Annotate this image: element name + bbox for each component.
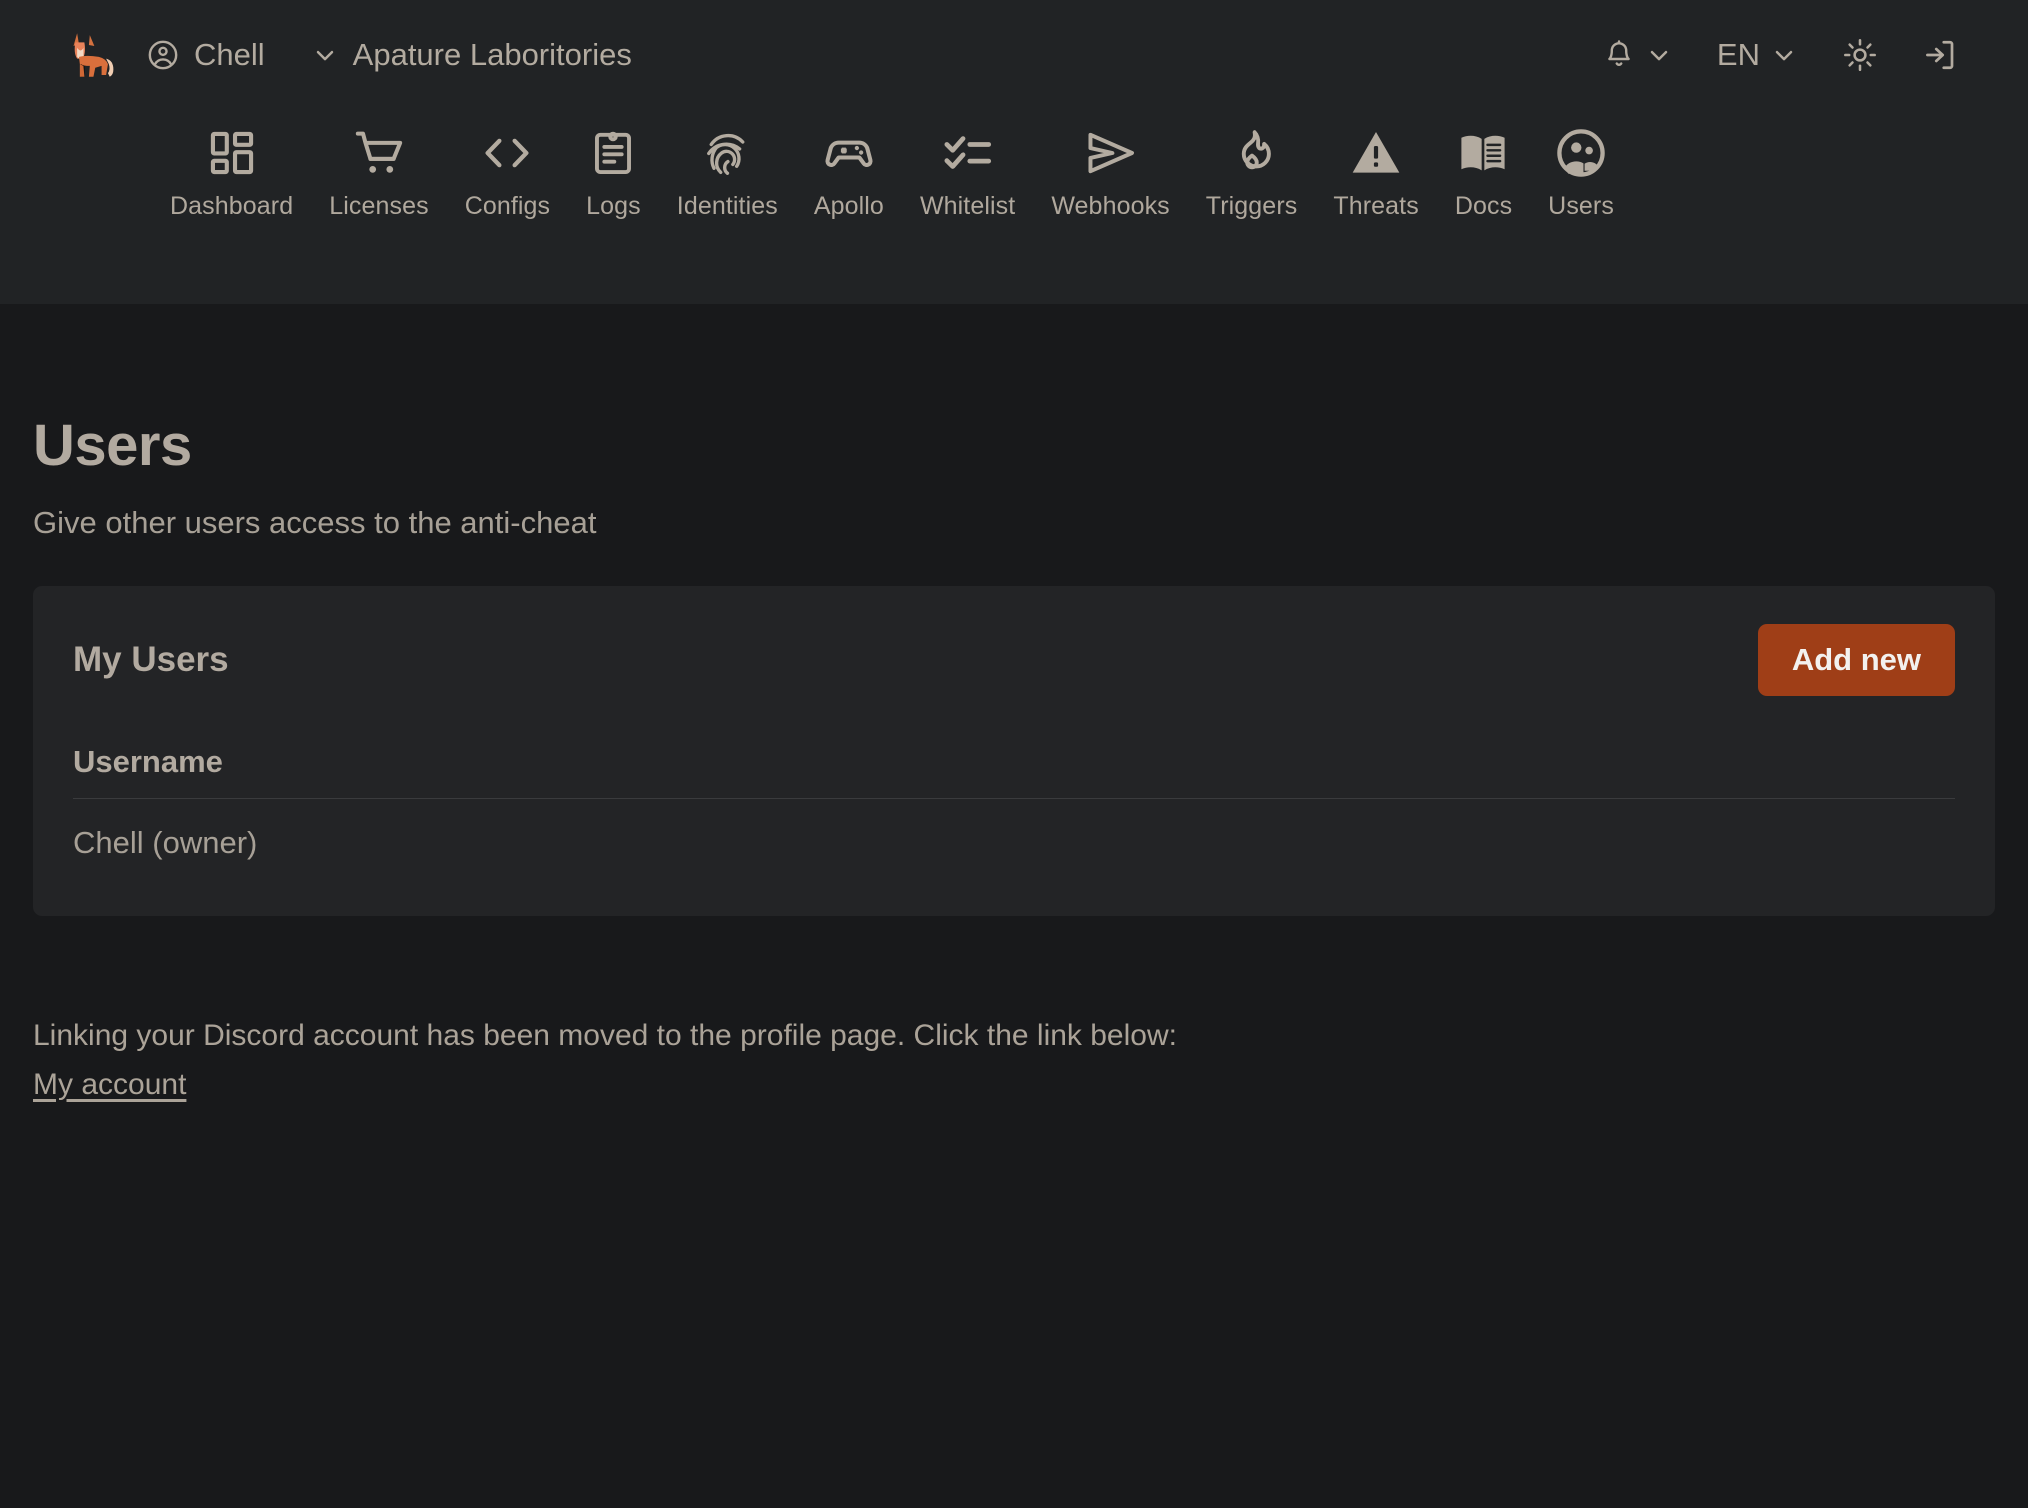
organization-selector[interactable]: Apature Laboritories (311, 37, 632, 73)
organization-name: Apature Laboritories (352, 37, 632, 72)
language-selector[interactable]: EN (1695, 37, 1820, 73)
nav-item-threats[interactable]: Threats (1315, 116, 1436, 221)
warning-triangle-icon (1348, 124, 1404, 182)
table-header-username: Username (73, 744, 1955, 799)
chevron-down-icon (1770, 41, 1798, 69)
main-nav: Dashboard Licenses Configs Logs Identiti… (0, 110, 2028, 221)
nav-label: Triggers (1205, 192, 1298, 220)
nav-item-logs[interactable]: Logs (568, 116, 659, 221)
nav-label: Logs (586, 192, 641, 220)
checklist-icon (941, 124, 995, 182)
fox-logo[interactable] (56, 23, 120, 87)
nav-label: Identities (676, 192, 778, 220)
chevron-down-icon (1645, 41, 1673, 69)
account-circle-icon (146, 38, 180, 72)
main-content: Users Give other users access to the ant… (0, 412, 2028, 1102)
nav-label: Apollo (813, 192, 884, 220)
my-account-link[interactable]: My account (33, 1068, 186, 1102)
open-book-icon (1456, 124, 1510, 182)
nav-label: Users (1548, 192, 1614, 220)
nav-item-triggers[interactable]: Triggers (1188, 116, 1316, 221)
flame-icon (1226, 124, 1278, 182)
nav-label: Docs (1454, 192, 1513, 220)
nav-label: Dashboard (170, 192, 294, 220)
group-icon (1554, 124, 1608, 182)
sun-icon (1842, 37, 1878, 73)
notifications-button[interactable] (1581, 39, 1695, 71)
nav-item-licenses[interactable]: Licenses (311, 116, 446, 221)
app-header: Chell Apature Laboritories EN Dashboard … (0, 0, 2028, 304)
discord-notice: Linking your Discord account has been mo… (33, 1019, 1177, 1052)
logout-icon (1922, 37, 1958, 73)
my-users-card: My Users Add new Username Chell (owner) (33, 586, 1995, 916)
shopping-cart-icon (352, 124, 406, 182)
account-chip[interactable]: Chell (146, 37, 265, 73)
send-icon (1083, 124, 1139, 182)
dashboard-grid-icon (206, 124, 258, 182)
nav-item-dashboard[interactable]: Dashboard (152, 116, 311, 221)
fingerprint-icon (700, 124, 754, 182)
table-row: Chell (owner) (73, 825, 258, 860)
add-new-button[interactable]: Add new (1757, 624, 1955, 696)
gamepad-icon (822, 124, 876, 182)
page-title: Users (33, 413, 192, 478)
nav-label: Threats (1333, 192, 1419, 220)
users-table: Username Chell (owner) (73, 744, 1955, 861)
page-subtitle: Give other users access to the anti-chea… (33, 505, 597, 540)
clipboard-icon (587, 124, 639, 182)
nav-item-webhooks[interactable]: Webhooks (1033, 116, 1187, 221)
nav-label: Whitelist (919, 192, 1016, 220)
account-name: Chell (194, 37, 265, 72)
nav-item-users[interactable]: Users (1530, 116, 1632, 221)
nav-label: Webhooks (1051, 192, 1170, 220)
code-brackets-icon (480, 124, 534, 182)
theme-toggle-button[interactable] (1820, 37, 1900, 73)
logout-button[interactable] (1900, 37, 1980, 73)
top-bar: Chell Apature Laboritories EN (0, 0, 2028, 110)
header-actions: EN (1581, 37, 1980, 73)
nav-item-docs[interactable]: Docs (1437, 116, 1530, 221)
nav-item-identities[interactable]: Identities (659, 116, 796, 221)
card-header: My Users Add new (73, 624, 1955, 696)
nav-label: Configs (464, 192, 551, 220)
nav-item-apollo[interactable]: Apollo (796, 116, 902, 221)
card-title: My Users (73, 640, 229, 679)
language-label: EN (1716, 37, 1760, 72)
nav-item-configs[interactable]: Configs (447, 116, 568, 221)
chevron-down-icon (311, 41, 339, 69)
nav-item-whitelist[interactable]: Whitelist (902, 116, 1033, 221)
nav-label: Licenses (329, 192, 429, 220)
bell-icon (1603, 39, 1635, 71)
